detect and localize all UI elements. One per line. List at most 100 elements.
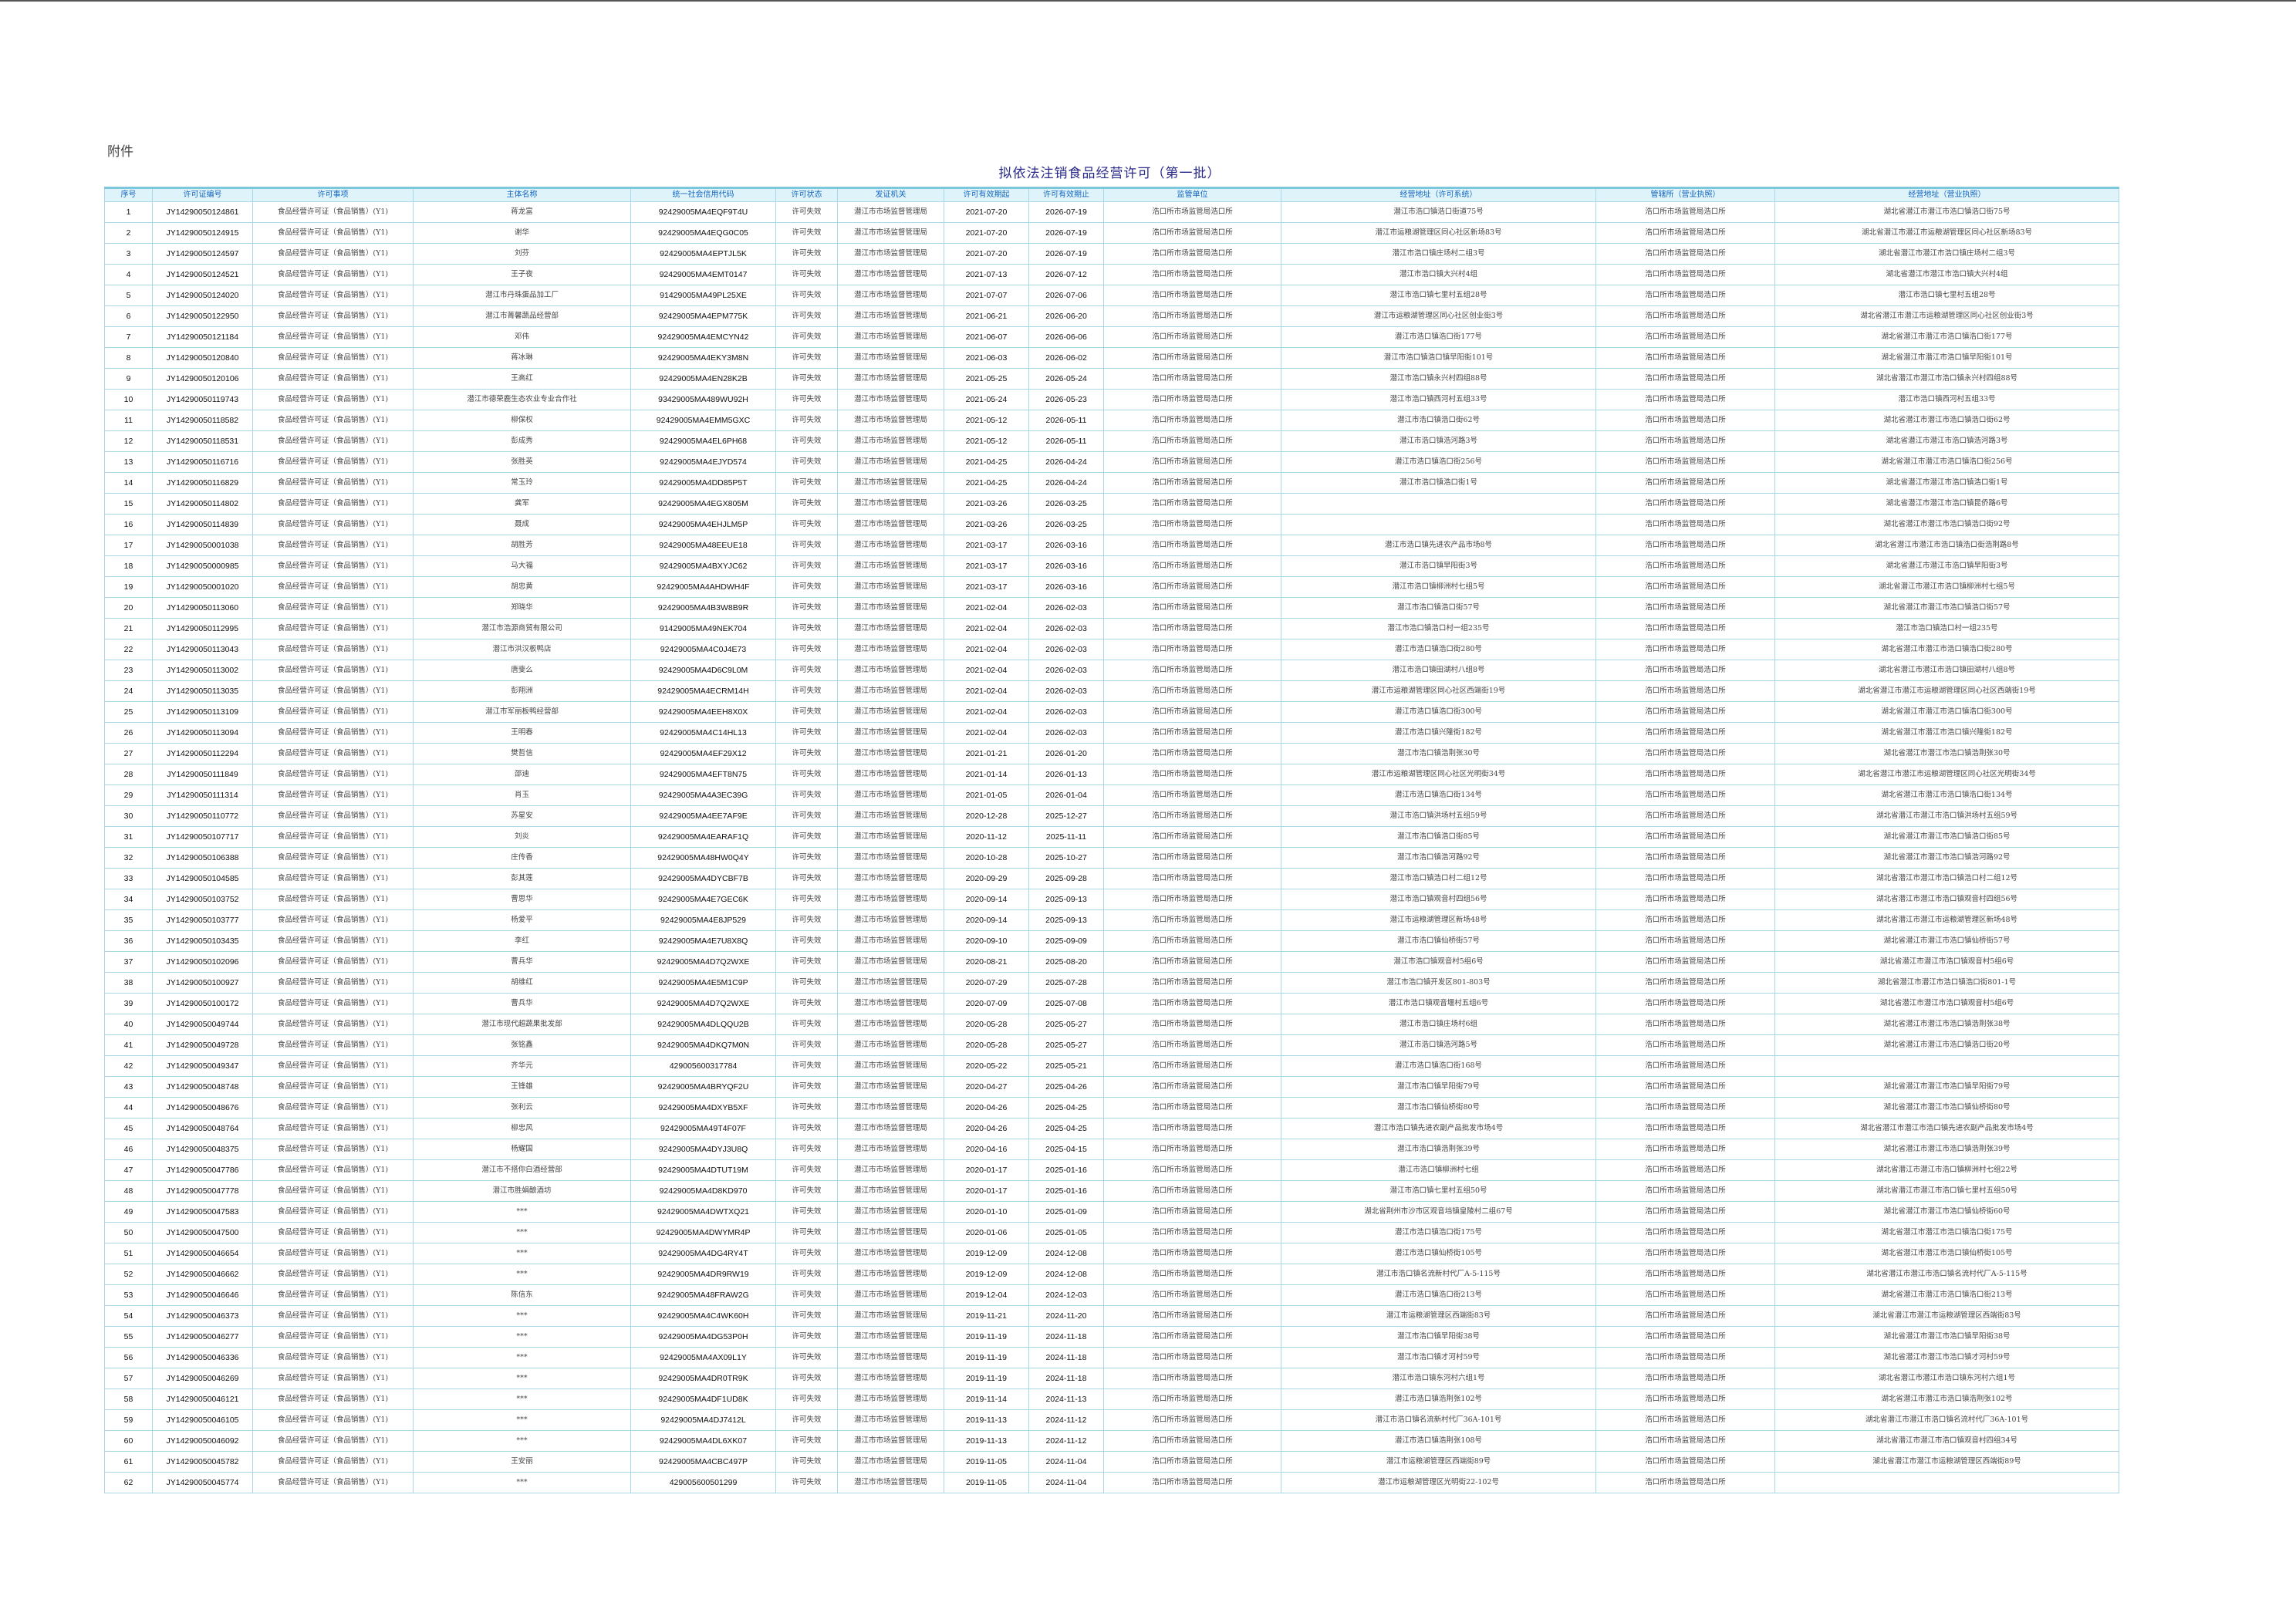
cell-credit-code: 92429005MA4EKY3M8N bbox=[630, 347, 776, 369]
cell-entity-name: 潜江市丹珠蛋品加工厂 bbox=[413, 285, 631, 306]
cell-address-system: 潜江市浩口镇七里村五组28号 bbox=[1281, 285, 1596, 306]
cell-valid-from: 2019-11-13 bbox=[944, 1430, 1029, 1452]
cell-address-license: 湖北省潜江市潜江市浩口镇浩口街300号 bbox=[1774, 701, 2119, 723]
cell-license-no: JY14290050100172 bbox=[152, 993, 253, 1014]
table-row: 26 JY14290050113094 食品经营许可证（食品销售）(Y1) 王明春 92… bbox=[104, 722, 2119, 744]
table-row: 42 JY14290050049347 食品经营许可证（食品销售）(Y1) 齐华元 42… bbox=[104, 1055, 2119, 1077]
cell-license-item: 食品经营许可证（食品销售）(Y1) bbox=[252, 1284, 414, 1306]
cell-index: 59 bbox=[104, 1409, 153, 1431]
cell-supervisor: 浩口所市场监管局浩口所 bbox=[1103, 743, 1281, 764]
header-col-address-license: 经营地址（营业执照） bbox=[1774, 187, 2119, 202]
cell-credit-code: 92429005MA4EE7AF9E bbox=[630, 805, 776, 827]
cell-license-no: JY14290050114802 bbox=[152, 493, 253, 515]
cell-jurisdiction: 浩口所市场监管局浩口所 bbox=[1595, 722, 1775, 744]
cell-valid-to: 2026-02-03 bbox=[1028, 618, 1104, 639]
cell-entity-name: 肖玉 bbox=[413, 785, 631, 806]
cell-license-no: JY14290050001038 bbox=[152, 535, 253, 556]
cell-issuer: 潜江市市场监督管理局 bbox=[837, 472, 944, 494]
cell-status: 许可失效 bbox=[775, 1388, 838, 1410]
cell-valid-from: 2021-03-26 bbox=[944, 514, 1029, 535]
cell-entity-name: 潜江市现代超蔬果批发部 bbox=[413, 1014, 631, 1035]
cell-license-no: JY14290050048764 bbox=[152, 1118, 253, 1139]
cell-jurisdiction: 浩口所市场监管局浩口所 bbox=[1595, 285, 1775, 306]
cell-license-no: JY14290050046092 bbox=[152, 1430, 253, 1452]
cell-supervisor: 浩口所市场监管局浩口所 bbox=[1103, 1326, 1281, 1348]
cell-address-system: 潜江市运粮湖管理区同心社区光明街34号 bbox=[1281, 764, 1596, 785]
cell-address-system: 潜江市浩口镇浩口街177号 bbox=[1281, 326, 1596, 348]
cell-address-system: 潜江市浩口镇仙桥街57号 bbox=[1281, 930, 1596, 952]
cell-license-no: JY14290050104585 bbox=[152, 868, 253, 889]
cell-address-license bbox=[1774, 1055, 2119, 1077]
cell-valid-from: 2020-05-28 bbox=[944, 1014, 1029, 1035]
cell-index: 26 bbox=[104, 722, 153, 744]
cell-license-item: 食品经营许可证（食品销售）(Y1) bbox=[252, 993, 414, 1014]
cell-issuer: 潜江市市场监督管理局 bbox=[837, 972, 944, 994]
cell-supervisor: 浩口所市场监管局浩口所 bbox=[1103, 1097, 1281, 1119]
cell-address-system: 潜江市浩口镇观音堰村五组6号 bbox=[1281, 993, 1596, 1014]
cell-jurisdiction: 浩口所市场监管局浩口所 bbox=[1595, 639, 1775, 660]
cell-index: 33 bbox=[104, 868, 153, 889]
cell-license-no: JY14290050118531 bbox=[152, 430, 253, 452]
cell-supervisor: 浩口所市场监管局浩口所 bbox=[1103, 1201, 1281, 1223]
cell-issuer: 潜江市市场监督管理局 bbox=[837, 389, 944, 410]
cell-issuer: 潜江市市场监督管理局 bbox=[837, 680, 944, 702]
cell-license-no: JY14290050103752 bbox=[152, 889, 253, 910]
cell-jurisdiction: 浩口所市场监管局浩口所 bbox=[1595, 1076, 1775, 1098]
cell-index: 3 bbox=[104, 243, 153, 265]
cell-issuer: 潜江市市场监督管理局 bbox=[837, 1368, 944, 1389]
cell-supervisor: 浩口所市场监管局浩口所 bbox=[1103, 1055, 1281, 1077]
cell-address-system: 潜江市浩口镇名流新村代厂36A-101号 bbox=[1281, 1409, 1596, 1431]
cell-entity-name: *** bbox=[413, 1201, 631, 1223]
table-row: 38 JY14290050100927 食品经营许可证（食品销售）(Y1) 胡维红 92… bbox=[104, 972, 2119, 994]
cell-valid-to: 2026-06-06 bbox=[1028, 326, 1104, 348]
cell-entity-name: 曹思华 bbox=[413, 889, 631, 910]
cell-supervisor: 浩口所市场监管局浩口所 bbox=[1103, 305, 1281, 327]
cell-issuer: 潜江市市场监督管理局 bbox=[837, 847, 944, 869]
cell-valid-to: 2025-01-16 bbox=[1028, 1180, 1104, 1202]
cell-valid-to: 2026-07-06 bbox=[1028, 285, 1104, 306]
cell-valid-to: 2026-02-03 bbox=[1028, 597, 1104, 619]
cell-jurisdiction: 浩口所市场监管局浩口所 bbox=[1595, 1139, 1775, 1160]
cell-license-no: JY14290050001020 bbox=[152, 576, 253, 598]
cell-supervisor: 浩口所市场监管局浩口所 bbox=[1103, 368, 1281, 390]
cell-entity-name: *** bbox=[413, 1347, 631, 1368]
cell-valid-from: 2021-07-07 bbox=[944, 285, 1029, 306]
table-row: 39 JY14290050100172 食品经营许可证（食品销售）(Y1) 曹兵华 92… bbox=[104, 993, 2119, 1014]
cell-status: 许可失效 bbox=[775, 347, 838, 369]
cell-valid-from: 2020-12-28 bbox=[944, 805, 1029, 827]
cell-supervisor: 浩口所市场监管局浩口所 bbox=[1103, 1264, 1281, 1285]
cell-credit-code: 92429005MA4EEH8X0X bbox=[630, 701, 776, 723]
cell-address-system: 潜江市运粮湖管理区新场48号 bbox=[1281, 909, 1596, 931]
cell-valid-to: 2024-11-20 bbox=[1028, 1305, 1104, 1327]
cell-valid-to: 2026-05-24 bbox=[1028, 368, 1104, 390]
cell-valid-to: 2025-04-26 bbox=[1028, 1076, 1104, 1098]
cell-status: 许可失效 bbox=[775, 743, 838, 764]
cell-license-item: 食品经营许可证（食品销售）(Y1) bbox=[252, 680, 414, 702]
cell-address-license: 湖北省潜江市潜江市浩口镇浩荆张30号 bbox=[1774, 743, 2119, 764]
table-row: 31 JY14290050107717 食品经营许可证（食品销售）(Y1) 刘炎 924… bbox=[104, 826, 2119, 848]
cell-valid-to: 2025-07-28 bbox=[1028, 972, 1104, 994]
cell-supervisor: 浩口所市场监管局浩口所 bbox=[1103, 1305, 1281, 1327]
header-col-license-no: 许可证编号 bbox=[152, 187, 253, 202]
cell-valid-to: 2026-03-16 bbox=[1028, 576, 1104, 598]
cell-entity-name: 刘芬 bbox=[413, 243, 631, 265]
cell-license-item: 食品经营许可证（食品销售）(Y1) bbox=[252, 868, 414, 889]
cell-license-no: JY14290050046121 bbox=[152, 1388, 253, 1410]
cell-index: 43 bbox=[104, 1076, 153, 1098]
cell-credit-code: 92429005MA4DTUT19M bbox=[630, 1159, 776, 1181]
table-row: 34 JY14290050103752 食品经营许可证（食品销售）(Y1) 曹思华 92… bbox=[104, 889, 2119, 910]
cell-jurisdiction: 浩口所市场监管局浩口所 bbox=[1595, 1243, 1775, 1264]
cell-valid-from: 2021-07-20 bbox=[944, 201, 1029, 223]
cell-issuer: 潜江市市场监督管理局 bbox=[837, 868, 944, 889]
cell-license-item: 食品经营许可证（食品销售）(Y1) bbox=[252, 1264, 414, 1285]
cell-credit-code: 92429005MA4BXYJC62 bbox=[630, 555, 776, 577]
cell-valid-to: 2025-09-13 bbox=[1028, 889, 1104, 910]
cell-index: 53 bbox=[104, 1284, 153, 1306]
cell-issuer: 潜江市市场监督管理局 bbox=[837, 201, 944, 223]
cell-address-system: 潜江市浩口镇大兴村4组 bbox=[1281, 264, 1596, 285]
cell-issuer: 潜江市市场监督管理局 bbox=[837, 889, 944, 910]
cell-license-no: JY14290050045782 bbox=[152, 1451, 253, 1473]
cell-valid-from: 2021-05-12 bbox=[944, 410, 1029, 431]
cell-entity-name: 彭成秀 bbox=[413, 430, 631, 452]
cell-address-system: 潜江市浩口镇浩口街168号 bbox=[1281, 1055, 1596, 1077]
